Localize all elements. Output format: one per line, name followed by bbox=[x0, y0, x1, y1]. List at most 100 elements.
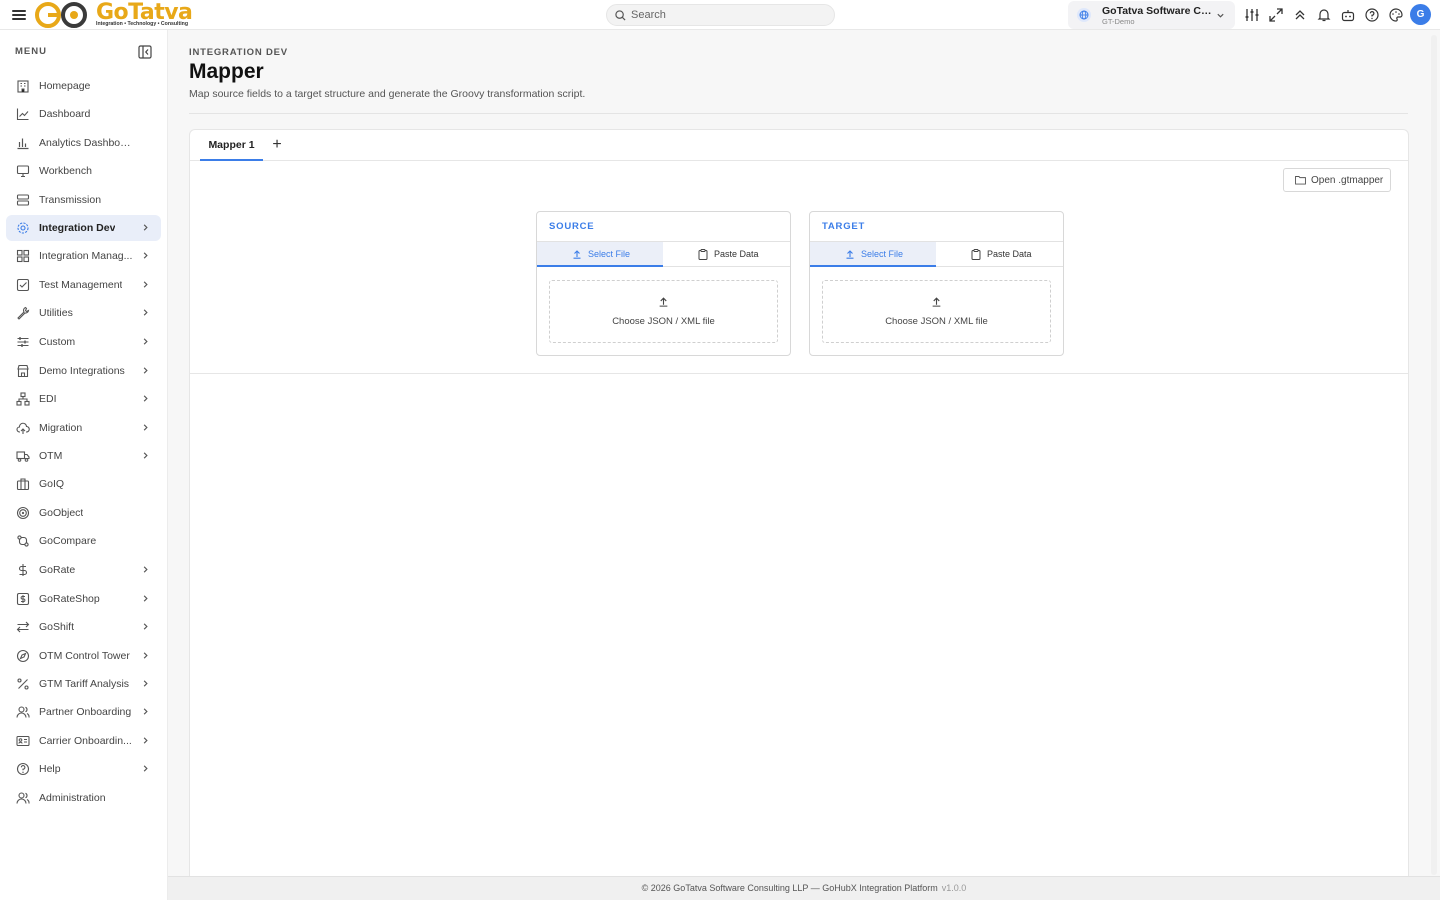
sidebar-item-otm-control-tower[interactable]: OTM Control Tower bbox=[6, 643, 161, 669]
add-tab-button[interactable]: + bbox=[270, 137, 284, 153]
sidebar-item-goobject[interactable]: GoObject bbox=[6, 500, 161, 526]
sidebar-item-test-management[interactable]: Test Management bbox=[6, 272, 161, 298]
sidebar-item-gorateshop[interactable]: GoRateShop bbox=[6, 586, 161, 612]
sidebar-item-goshift[interactable]: GoShift bbox=[6, 614, 161, 640]
sidebar-item-administration[interactable]: Administration bbox=[6, 785, 161, 811]
mapper-panel: Mapper 1 + Open .gtmapper SOURCE Select … bbox=[189, 129, 1409, 889]
sidebar-item-label: GoCompare bbox=[39, 535, 97, 547]
sidebar-item-edi[interactable]: EDI bbox=[6, 386, 161, 412]
sidebar-item-gorate[interactable]: GoRate bbox=[6, 557, 161, 583]
chevron-right-icon bbox=[143, 452, 148, 459]
server-icon bbox=[16, 194, 30, 206]
logo[interactable]: GoTatva Integration • Technology • Consu… bbox=[34, 0, 194, 30]
target-select-file-label: Select File bbox=[861, 249, 904, 259]
sidebar-item-label: GoShift bbox=[39, 621, 75, 633]
sidebar-item-utilities[interactable]: Utilities bbox=[6, 300, 161, 326]
sidebar-item-transmission[interactable]: Transmission bbox=[6, 187, 161, 213]
help-circle-icon[interactable] bbox=[1364, 7, 1380, 23]
sidebar-item-label: Dashboard bbox=[39, 108, 91, 120]
sidebar-item-label: GoRateShop bbox=[39, 593, 100, 605]
percent-icon bbox=[17, 678, 29, 690]
gear-icon bbox=[17, 222, 29, 234]
check-square-icon bbox=[16, 278, 30, 292]
sidebar-collapse-icon[interactable] bbox=[138, 45, 152, 59]
org-switcher[interactable]: GoTatva Software Co... GT-Demo bbox=[1068, 1, 1235, 29]
bell-icon[interactable] bbox=[1316, 7, 1332, 23]
sidebar-item-demo-integrations[interactable]: Demo Integrations bbox=[6, 358, 161, 384]
source-dropzone-label: Choose JSON / XML file bbox=[612, 316, 715, 327]
sidebar-item-label: OTM bbox=[39, 450, 63, 462]
users-icon bbox=[16, 792, 30, 804]
sidebar-item-label: GoObject bbox=[39, 507, 84, 519]
sidebar-item-goiq[interactable]: GoIQ bbox=[6, 471, 161, 497]
sidebar-item-partner-onboarding[interactable]: Partner Onboarding bbox=[6, 699, 161, 725]
compass-icon bbox=[16, 649, 30, 663]
sidebar-item-label: EDI bbox=[39, 393, 57, 405]
sidebar-item-gocompare[interactable]: GoCompare bbox=[6, 528, 161, 554]
sidebar-item-otm[interactable]: OTM bbox=[6, 443, 161, 469]
sidebar-item-workbench[interactable]: Workbench bbox=[6, 158, 161, 184]
target-dropzone[interactable]: Choose JSON / XML file bbox=[822, 280, 1051, 343]
top-header: GoTatva Integration • Technology • Consu… bbox=[0, 0, 1440, 30]
sidebar-item-label: Administration bbox=[39, 792, 106, 804]
target-card: TARGET Select File Paste Data Choose JSO… bbox=[809, 211, 1064, 356]
sidebar-item-integration-manag[interactable]: Integration Manag... bbox=[6, 243, 161, 269]
page-description: Map source fields to a target structure … bbox=[189, 88, 586, 100]
upload-icon bbox=[846, 250, 854, 259]
sidebar-item-integration-dev[interactable]: Integration Dev bbox=[6, 215, 161, 241]
search-input[interactable] bbox=[631, 8, 826, 22]
chevron-right-icon bbox=[143, 424, 148, 431]
target-title: TARGET bbox=[822, 221, 866, 232]
sidebar-item-homepage[interactable]: Homepage bbox=[6, 73, 161, 99]
expand-icon[interactable] bbox=[1268, 7, 1284, 23]
sidebar-item-label: OTM Control Tower bbox=[39, 650, 130, 662]
sidebar-item-carrier-onboardin[interactable]: Carrier Onboardin... bbox=[6, 728, 161, 754]
sidebar-item-label: GoIQ bbox=[39, 478, 65, 490]
source-paste-data-tab[interactable]: Paste Data bbox=[664, 242, 790, 267]
chevron-right-icon bbox=[143, 338, 148, 345]
target-paste-data-tab[interactable]: Paste Data bbox=[937, 242, 1063, 267]
sidebar-item-custom[interactable]: Custom bbox=[6, 329, 161, 355]
chevron-down-icon bbox=[1217, 13, 1224, 18]
chevron-right-icon bbox=[143, 309, 148, 316]
chevron-right-icon bbox=[143, 281, 148, 288]
dollar-icon bbox=[18, 564, 28, 576]
page-scrollbar[interactable] bbox=[1431, 35, 1437, 875]
chevron-right-icon bbox=[143, 566, 148, 573]
bot-icon[interactable] bbox=[1340, 7, 1356, 23]
chevron-right-icon bbox=[143, 680, 148, 687]
sidebar-item-label: Analytics Dashboard bbox=[39, 137, 134, 149]
sidebar-item-label: Demo Integrations bbox=[39, 365, 125, 377]
chevron-right-icon bbox=[143, 623, 148, 630]
sidebar-item-label: Carrier Onboardin... bbox=[39, 735, 132, 747]
avatar[interactable]: G bbox=[1410, 4, 1431, 25]
search-box[interactable] bbox=[606, 4, 835, 26]
grid-icon bbox=[16, 249, 30, 263]
sidebar-item-label: Workbench bbox=[39, 165, 92, 177]
sidebar-item-label: Help bbox=[39, 763, 61, 775]
palette-icon[interactable] bbox=[1388, 7, 1404, 23]
header-divider bbox=[189, 113, 1408, 114]
tab-mapper-1[interactable]: Mapper 1 bbox=[200, 130, 263, 161]
target-select-file-tab[interactable]: Select File bbox=[810, 242, 936, 267]
sidebar-item-migration[interactable]: Migration bbox=[6, 415, 161, 441]
source-dropzone[interactable]: Choose JSON / XML file bbox=[549, 280, 778, 343]
network-icon bbox=[16, 392, 30, 406]
globe-icon bbox=[1077, 8, 1091, 22]
store-icon bbox=[17, 364, 29, 378]
help-circle-icon bbox=[16, 762, 30, 776]
sidebar-item-dashboard[interactable]: Dashboard bbox=[6, 101, 161, 127]
breadcrumb: INTEGRATION DEV bbox=[189, 47, 288, 58]
arrows-exchange-icon bbox=[16, 621, 30, 633]
sidebar-item-help[interactable]: Help bbox=[6, 756, 161, 782]
chevrons-up-icon[interactable] bbox=[1292, 7, 1308, 23]
equalizer-icon[interactable] bbox=[1244, 7, 1260, 23]
source-select-file-tab[interactable]: Select File bbox=[537, 242, 663, 267]
open-gtmapper-button[interactable]: Open .gtmapper bbox=[1283, 168, 1391, 192]
menu-icon[interactable] bbox=[12, 8, 26, 22]
page-title: Mapper bbox=[189, 60, 264, 83]
sidebar-item-gtm-tariff-analysis[interactable]: GTM Tariff Analysis bbox=[6, 671, 161, 697]
sidebar-item-analytics-dashboard[interactable]: Analytics Dashboard bbox=[6, 130, 161, 156]
org-name: GoTatva Software Co... bbox=[1102, 5, 1214, 17]
chevron-right-icon bbox=[143, 367, 148, 374]
